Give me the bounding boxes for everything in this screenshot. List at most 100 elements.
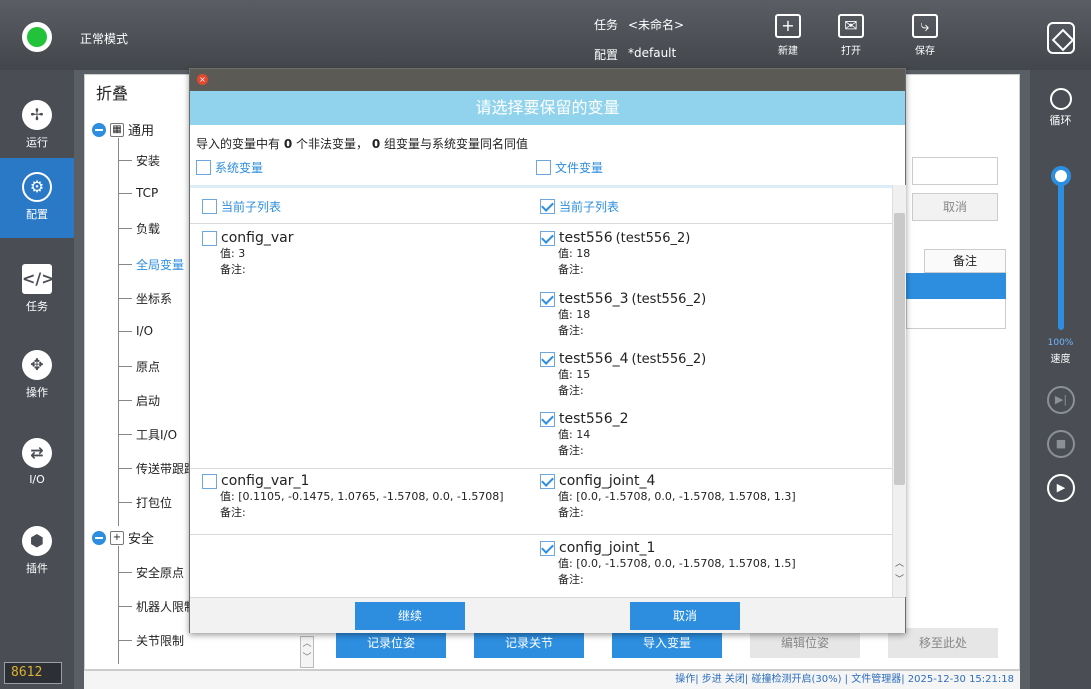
divider	[190, 468, 892, 469]
checkbox-checked-icon[interactable]	[540, 351, 555, 367]
speed-slider-track[interactable]	[1058, 170, 1064, 330]
system-vars-toggle[interactable]: 系统变量	[196, 159, 263, 176]
variable-note: 备注:	[220, 506, 246, 519]
note-column-header: 备注	[924, 249, 1006, 273]
tree-group-general-label: 通用	[128, 124, 155, 139]
speed-slider-handle[interactable]	[1051, 166, 1071, 186]
nav-io[interactable]: ⇄ I/O	[0, 424, 74, 504]
scroll-up-icon[interactable]: ︿	[894, 557, 905, 571]
dialog-scrollbar[interactable]: ︿ ﹀	[892, 185, 906, 597]
system-vars-label: 系统变量	[215, 161, 264, 175]
tree-item-robot-limits[interactable]: 机器人限制	[118, 598, 196, 615]
variable-note: 备注:	[220, 263, 246, 276]
tree-item-joint-limits[interactable]: 关节限制	[118, 632, 184, 649]
table-row[interactable]	[906, 299, 1006, 329]
variable-list: 当前子列表 当前子列表 config_var 值: 3 备注: config_v…	[190, 185, 892, 597]
loop-icon	[1049, 88, 1072, 110]
checkbox-checked-icon[interactable]	[540, 540, 555, 556]
variable-source: (test556_2)	[631, 351, 707, 367]
nav-task[interactable]: </> 任务	[0, 250, 74, 330]
list-item[interactable]: config_joint_4 值: [0.0, -1.5708, 0.0, -1…	[540, 473, 796, 521]
stop-button[interactable]: ■	[1047, 430, 1075, 458]
tree-item-payload[interactable]: 负载	[118, 220, 160, 237]
nav-plugin[interactable]: ⬢ 插件	[0, 512, 74, 592]
dialog-footer: 继续 取消	[190, 597, 905, 633]
nav-task-label: 任务	[26, 300, 48, 313]
checkbox-checked-icon[interactable]	[540, 291, 555, 307]
tree-item-startup[interactable]: 启动	[118, 392, 160, 409]
tree-item-conveyor[interactable]: 传送带跟踪	[118, 460, 196, 477]
close-icon[interactable]: ×	[197, 74, 208, 85]
list-item[interactable]: test556_4 (test556_2) 值: 15 备注:	[540, 351, 706, 399]
tree-item-tcp[interactable]: TCP	[118, 186, 158, 200]
divider	[190, 223, 892, 224]
tree-scrollbar[interactable]: ︿ ﹀	[300, 636, 314, 668]
right-sublist-label: 当前子列表	[559, 200, 620, 214]
dialog-cancel-button[interactable]: 取消	[630, 602, 740, 630]
config-icon: ⚙	[22, 172, 52, 202]
checkbox-icon[interactable]	[202, 473, 217, 489]
io-icon: ⇄	[22, 438, 52, 468]
loop-toggle[interactable]: 循环	[1030, 88, 1091, 128]
variable-note: 备注:	[558, 444, 584, 457]
tree-item-safety-home[interactable]: 安全原点	[118, 564, 184, 581]
table-row[interactable]	[906, 273, 1006, 299]
status-indicator-icon	[22, 22, 52, 52]
checkbox-checked-icon[interactable]	[540, 473, 555, 489]
tree-item-tool-io[interactable]: 工具I/O	[118, 426, 177, 443]
dialog-titlebar: ×	[190, 69, 905, 91]
variable-value: 值: 18	[558, 247, 591, 260]
variable-name: config_joint_4	[559, 473, 656, 489]
scrollbar-thumb[interactable]	[894, 213, 905, 485]
fold-title[interactable]: 折叠	[96, 80, 128, 104]
checkbox-checked-icon[interactable]	[540, 199, 555, 214]
nav-config[interactable]: ⚙ 配置	[0, 158, 74, 238]
tree-group-general[interactable]: ▦ 通用	[92, 120, 154, 139]
checkbox-icon[interactable]	[196, 160, 211, 175]
continue-button[interactable]: 继续	[355, 602, 465, 630]
nav-move[interactable]: ✥ 操作	[0, 336, 74, 416]
tree-item-io[interactable]: I/O	[118, 324, 153, 338]
tree-item-global-vars[interactable]: 全局变量	[118, 256, 184, 273]
step-button[interactable]: ▶|	[1047, 386, 1075, 414]
list-item[interactable]: config_var_1 值: [0.1105, -0.1475, 1.0765…	[202, 473, 504, 521]
variable-name: test556_3	[559, 291, 629, 307]
scroll-down-icon[interactable]: ﹀	[894, 573, 905, 587]
nav-io-label: I/O	[29, 473, 45, 486]
list-item[interactable]: test556_2 值: 14 备注:	[540, 411, 629, 459]
mode-label: 正常模式	[80, 32, 129, 46]
status-bar: 操作| 步进 关闭| 碰撞检测开启(30%) | 文件管理器| 2025-12-…	[84, 670, 1020, 689]
tree-item-palletizing[interactable]: 打包位	[118, 494, 172, 511]
list-item[interactable]: test556_3 (test556_2) 值: 18 备注:	[540, 291, 706, 339]
variable-note: 备注:	[558, 506, 584, 519]
save-icon: ⤷	[912, 14, 938, 38]
nav-run[interactable]: ✢ 运行	[0, 86, 74, 166]
checkbox-icon[interactable]	[536, 160, 551, 175]
loop-label: 循环	[1049, 114, 1072, 127]
play-button[interactable]: ▶	[1047, 474, 1075, 502]
checkbox-icon[interactable]	[202, 230, 217, 246]
tree-group-safety[interactable]: + 安全	[92, 528, 154, 547]
open-button[interactable]: ✉ 打开	[829, 14, 873, 66]
summary-suffix: 组变量与系统变量同名同值	[380, 137, 529, 151]
file-vars-toggle[interactable]: 文件变量	[536, 159, 603, 176]
variable-name: test556	[559, 230, 613, 246]
save-button[interactable]: ⤷ 保存	[903, 14, 947, 66]
checkbox-checked-icon[interactable]	[540, 411, 555, 427]
list-item[interactable]: test556 (test556_2) 值: 18 备注:	[540, 230, 690, 278]
tree-item-frames[interactable]: 坐标系	[118, 290, 172, 307]
move-icon: ✥	[22, 350, 52, 380]
checkbox-checked-icon[interactable]	[540, 230, 555, 246]
panel-cancel-button[interactable]: 取消	[912, 193, 998, 221]
list-item[interactable]: config_var 值: 3 备注:	[202, 230, 293, 278]
checkbox-icon[interactable]	[202, 199, 217, 214]
right-sublist-toggle[interactable]: 当前子列表	[540, 198, 619, 215]
list-item[interactable]: config_joint_1 值: [0.0, -1.5708, 0.0, -1…	[540, 540, 796, 588]
tree-item-home[interactable]: 原点	[118, 358, 160, 375]
new-button[interactable]: + 新建	[766, 14, 810, 66]
left-sublist-toggle[interactable]: 当前子列表	[202, 198, 281, 215]
tree-item-install[interactable]: 安装	[118, 152, 160, 169]
variable-name-input[interactable]	[912, 157, 998, 185]
variable-value: 值: 18	[558, 308, 591, 321]
variable-name: config_var_1	[221, 473, 310, 489]
